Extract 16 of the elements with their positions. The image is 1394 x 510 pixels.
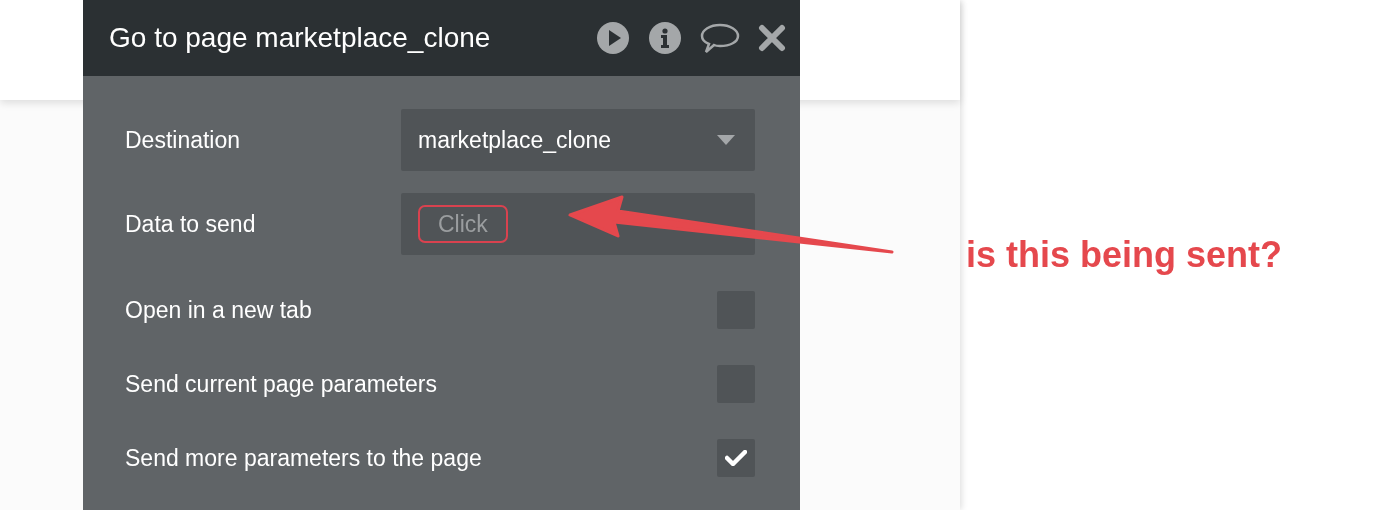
click-placeholder[interactable]: Click (418, 205, 508, 243)
info-icon[interactable] (648, 21, 682, 55)
field-label: Destination (125, 125, 242, 155)
option-label: Open in a new tab (125, 295, 313, 325)
caret-icon (717, 135, 735, 145)
destination-dropdown[interactable]: marketplace_clone (401, 109, 755, 171)
comment-icon[interactable] (700, 21, 740, 55)
close-icon[interactable] (758, 24, 786, 52)
checkbox[interactable] (717, 439, 755, 477)
annotation-text: is this being sent? (966, 233, 1283, 277)
option-label: Send current page parameters (125, 369, 438, 399)
dialog-title: Go to page marketplace_clone (109, 21, 492, 55)
check-icon (725, 450, 747, 466)
play-icon[interactable] (596, 21, 630, 55)
field-label: Data to send (125, 209, 257, 239)
option-label: Send more parameters to the page (125, 443, 483, 473)
